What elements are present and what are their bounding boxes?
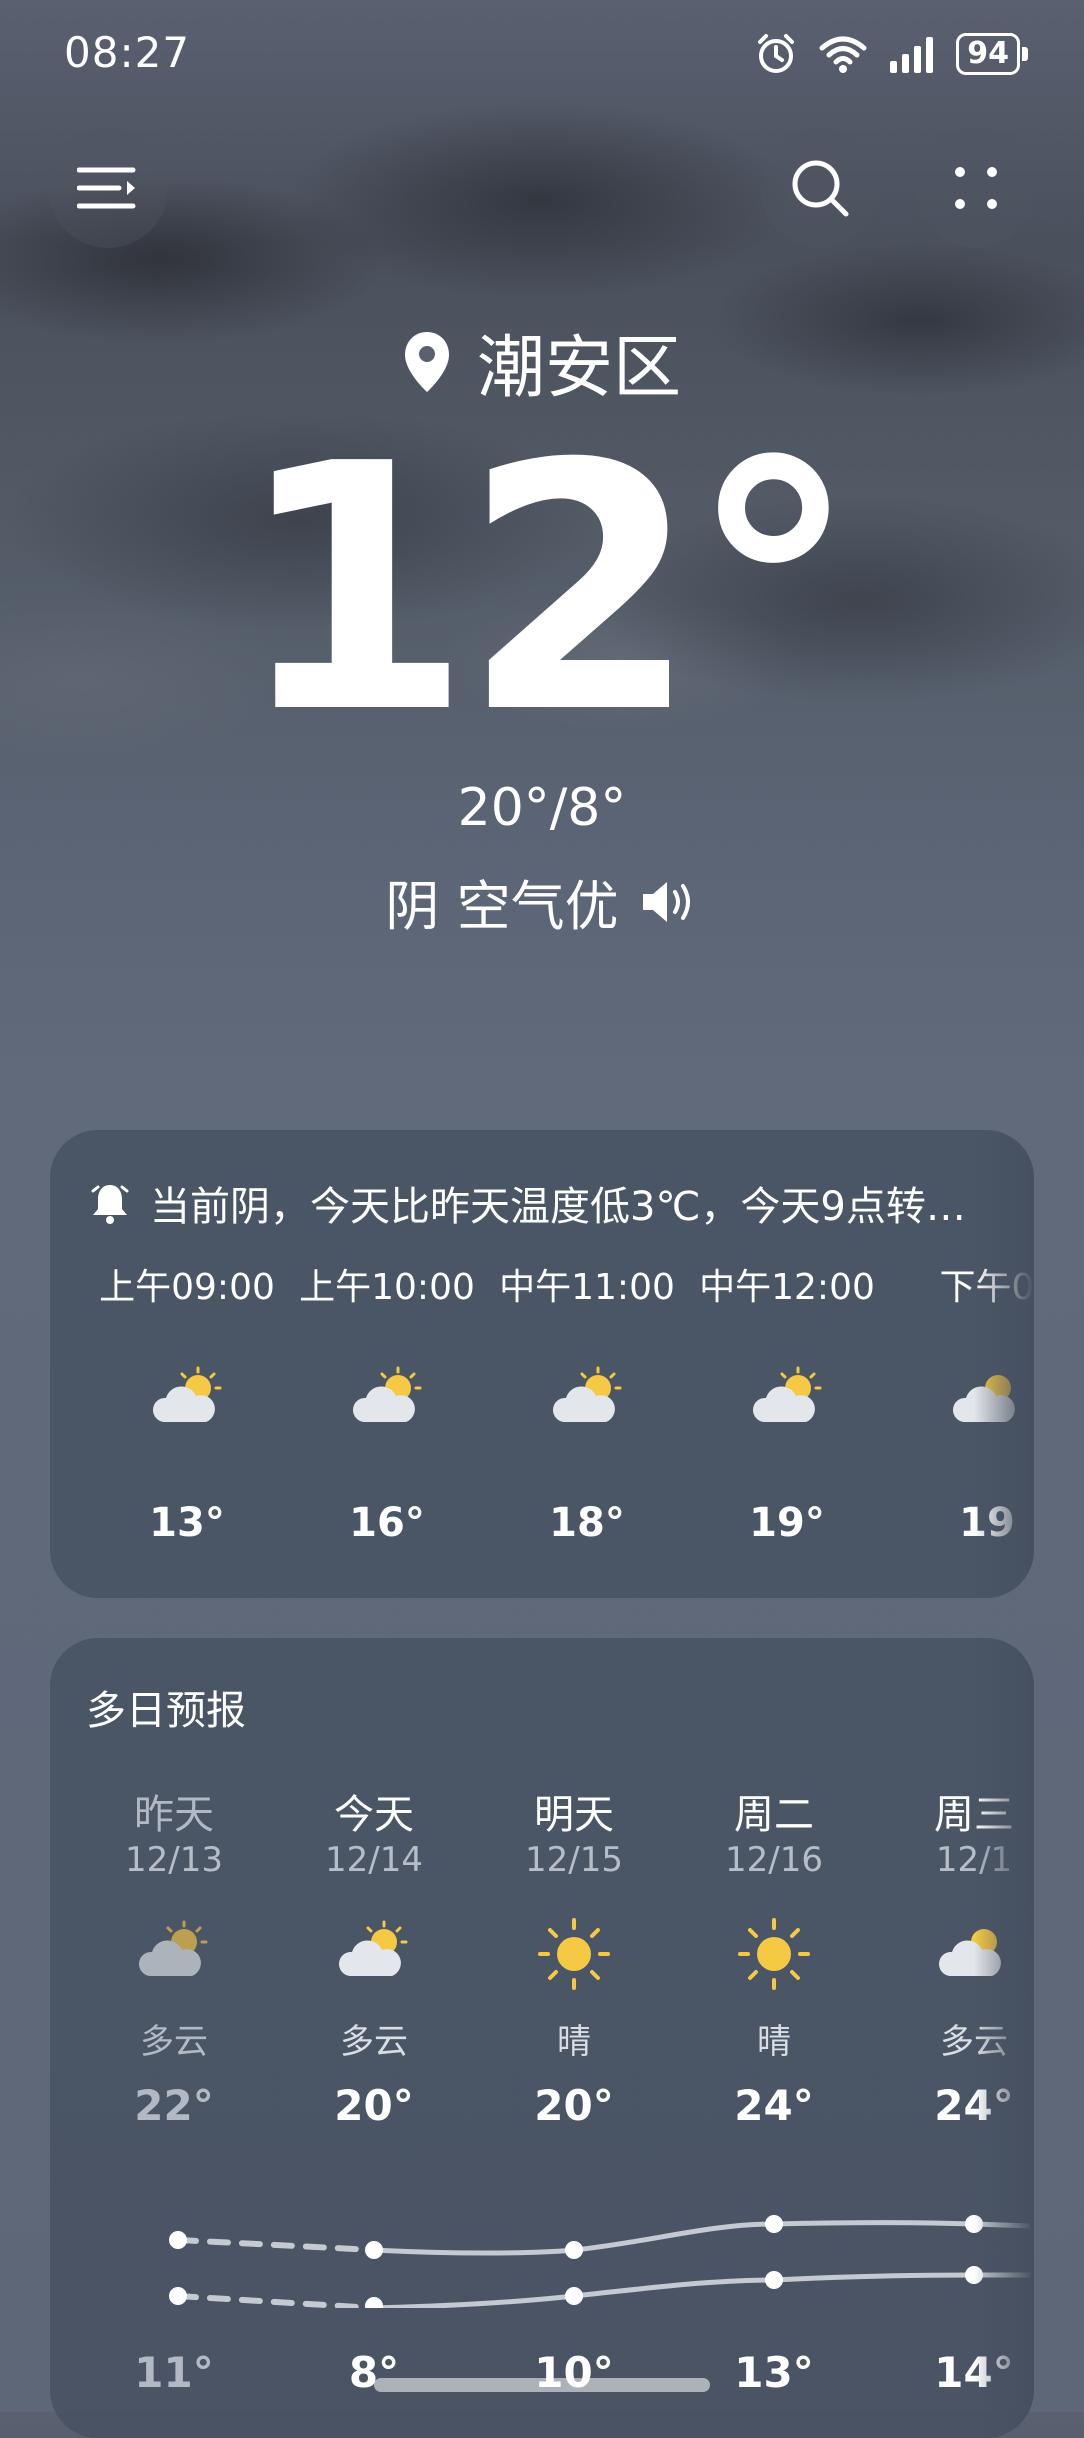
hour-time: 上午10:00 (299, 1267, 475, 1308)
day-date: 12/16 (725, 1840, 823, 1880)
scroll-fade (974, 1638, 1034, 2438)
low-point (565, 2287, 583, 2305)
hour-time: 中午11:00 (499, 1267, 675, 1308)
sun-icon (538, 1918, 610, 1990)
alarm-icon (758, 34, 795, 73)
high-point (565, 2241, 583, 2259)
partly-cloudy-icon (338, 1920, 408, 1976)
hour-item: 上午09:00 (87, 1258, 287, 1310)
day-high: 22° (134, 2081, 214, 2130)
wifi-icon (819, 36, 867, 73)
high-point (169, 2231, 187, 2249)
high-low-temperature: 20°/8° (457, 778, 627, 838)
high-point (365, 2241, 383, 2259)
hour-temp-item: 18° (487, 1500, 687, 1546)
day-desc: 多云 (340, 2022, 408, 2062)
day-item-yesterday[interactable]: 昨天 12/13 (74, 1782, 274, 1880)
partly-cloudy-icon (352, 1366, 422, 1422)
day-high: 20° (334, 2081, 414, 2130)
partly-cloudy-icon (752, 1366, 822, 1422)
bell-icon (91, 1185, 129, 1224)
home-indicator[interactable] (374, 2378, 710, 2392)
menu-icon (77, 167, 136, 209)
partly-cloudy-icon (552, 1366, 622, 1422)
search-button[interactable] (760, 128, 880, 248)
hour-item: 中午12:00 (687, 1258, 887, 1310)
search-icon (792, 160, 849, 217)
hour-item: 中午11:00 (487, 1258, 687, 1310)
day-desc: 多云 (140, 2022, 208, 2062)
daily-forecast-title: 多日预报 (86, 1688, 246, 1734)
day-name: 今天 (334, 1792, 414, 1838)
status-time: 08:27 (64, 28, 191, 77)
weather-alert[interactable]: 当前阴，今天比昨天温度低3℃，今天9点转… (90, 1174, 966, 1232)
partly-cloudy-icon (138, 1920, 208, 1976)
alert-text: 当前阴，今天比昨天温度低3℃，今天9点转… (150, 1184, 966, 1230)
day-date: 12/13 (125, 1840, 223, 1880)
scroll-fade (974, 1130, 1034, 1598)
hour-temp: 13° (149, 1500, 225, 1546)
battery-indicator: 94 (956, 33, 1028, 75)
day-desc-item: 晴 20° (474, 2014, 674, 2130)
hour-item: 上午10:00 (287, 1258, 487, 1310)
condition-text: 阴 空气优 (385, 875, 619, 938)
day-name: 周二 (734, 1792, 814, 1838)
day-desc-item: 多云 20° (274, 2014, 474, 2130)
day-desc: 晴 (557, 2022, 591, 2062)
location-pin-icon (404, 331, 449, 392)
high-point (765, 2215, 783, 2233)
hourly-forecast-card[interactable]: 当前阴，今天比昨天温度低3℃，今天9点转… 上午09:00 上午10:00 中午… (50, 1130, 1034, 1598)
hour-temp: 18° (549, 1500, 625, 1546)
current-temperature: 12° (235, 392, 858, 788)
day-item-today[interactable]: 今天 12/14 (274, 1782, 474, 1880)
current-condition: 阴 空气优 (0, 862, 1084, 941)
low-point (765, 2271, 783, 2289)
day-low: 11° (134, 2348, 214, 2397)
day-date: 12/15 (525, 1840, 623, 1880)
partly-cloudy-icon (152, 1366, 222, 1422)
day-high: 20° (534, 2081, 614, 2130)
more-button[interactable] (916, 128, 1036, 248)
grid-dots-icon (955, 167, 997, 209)
hour-temp: 19° (749, 1500, 825, 1546)
day-desc-item: 多云 22° (74, 2014, 274, 2130)
hour-time: 中午12:00 (699, 1267, 875, 1308)
day-high: 24° (734, 2081, 814, 2130)
hour-temp-item: 19° (687, 1500, 887, 1546)
signal-icon (890, 37, 934, 73)
day-name: 昨天 (134, 1792, 214, 1838)
sun-icon (738, 1918, 810, 1990)
hour-temp-item: 16° (287, 1500, 487, 1546)
menu-button[interactable] (48, 128, 168, 248)
day-desc: 晴 (757, 2022, 791, 2062)
daily-forecast-card[interactable]: 多日预报 昨天 12/13 今天 12/14 明天 12/15 周二 12/16… (50, 1638, 1034, 2438)
low-point (365, 2297, 383, 2308)
day-item-tomorrow[interactable]: 明天 12/15 (474, 1782, 674, 1880)
hour-temp: 16° (349, 1500, 425, 1546)
temperature-trend-chart (169, 2215, 1031, 2308)
low-point (169, 2287, 187, 2305)
day-low-item: 11° (74, 2348, 274, 2397)
day-name: 明天 (534, 1792, 614, 1838)
day-item-tuesday[interactable]: 周二 12/16 (674, 1782, 874, 1880)
speaker-icon[interactable] (639, 878, 699, 926)
day-date: 12/14 (325, 1840, 423, 1880)
status-icons: 94 (754, 32, 1028, 76)
day-desc-item: 晴 24° (674, 2014, 874, 2130)
hour-time: 上午09:00 (99, 1267, 275, 1308)
hour-temp-item: 13° (87, 1500, 287, 1546)
